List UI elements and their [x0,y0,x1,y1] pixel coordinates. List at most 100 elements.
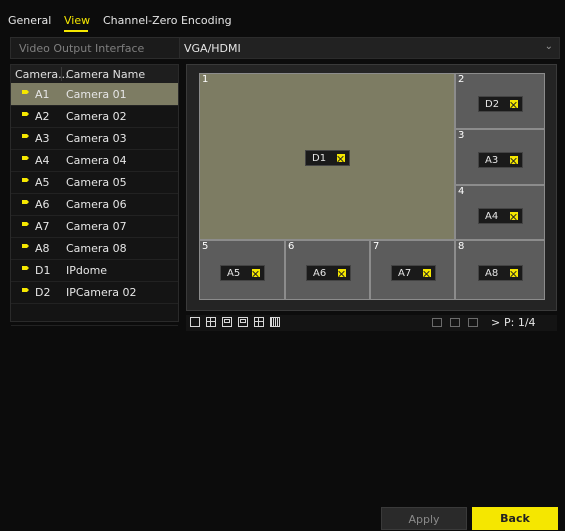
camera-number: A5 [35,176,50,189]
active-tab-indicator [64,30,88,32]
camera-icon [22,244,29,248]
close-icon[interactable] [423,269,431,277]
layout-6-icon[interactable] [222,317,232,327]
camera-list-row[interactable]: A8 Camera 08 [11,237,178,260]
tab-view[interactable]: View [64,14,90,27]
window-camera-id: A8 [485,268,499,279]
layout-grid: 1 D1 2 D2 3 A3 4 A4 5 A5 6 A6 7 A7 8 A8 [186,64,557,311]
window-camera-label: A6 [306,265,351,281]
column-header-camera-name[interactable]: Camera Name [66,68,145,81]
layout-window-5[interactable]: 5 A5 [199,240,285,300]
window-number: 1 [202,74,209,85]
window-camera-id: D1 [312,153,327,164]
close-icon[interactable] [337,154,345,162]
window-camera-label: D2 [478,96,523,112]
camera-list-row[interactable]: A5 Camera 05 [11,171,178,194]
video-output-value: VGA/HDMI [184,42,241,55]
layout-9-icon[interactable] [254,317,264,327]
window-camera-id: A5 [227,268,241,279]
camera-name: Camera 07 [66,220,127,233]
layout-window-1[interactable]: 1 D1 [199,73,455,240]
layout-4-icon[interactable] [206,317,216,327]
camera-list-row[interactable]: A1 Camera 01 [11,83,178,106]
camera-name: IPdome [66,264,108,277]
camera-list-row[interactable]: D1 IPdome [11,259,178,282]
camera-list-header: Camera... Camera Name [11,65,178,84]
layout-16-icon[interactable] [270,317,280,327]
layout-window-7[interactable]: 7 A7 [370,240,455,300]
window-number: 7 [373,241,380,252]
camera-icon [22,222,29,226]
layout-window-2[interactable]: 2 D2 [455,73,545,129]
layout-window-4[interactable]: 4 A4 [455,185,545,240]
next-layout-icon[interactable] [450,318,460,327]
layout-1-icon[interactable] [190,317,200,327]
camera-icon [22,134,29,138]
camera-number: A2 [35,110,50,123]
window-number: 4 [458,186,465,197]
camera-number: D1 [35,264,51,277]
close-icon[interactable] [510,156,518,164]
close-icon[interactable] [338,269,346,277]
layout-window-8[interactable]: 8 A8 [455,240,545,300]
camera-list-row[interactable]: A4 Camera 04 [11,149,178,172]
camera-icon [22,112,29,116]
window-camera-label: D1 [305,150,350,166]
column-divider[interactable] [61,67,62,81]
layout-window-3[interactable]: 3 A3 [455,129,545,185]
camera-number: A6 [35,198,50,211]
window-camera-label: A7 [391,265,436,281]
close-icon[interactable] [510,212,518,220]
camera-list-row[interactable]: D2 IPCamera 02 [11,281,178,304]
back-button[interactable]: Back [472,507,558,530]
layout-toolbar: > P: 1/4 [186,315,557,331]
tab-general[interactable]: General [8,14,51,27]
prev-page-icon[interactable] [468,318,478,327]
camera-name: Camera 04 [66,154,127,167]
next-page-icon[interactable]: > [491,316,500,329]
camera-list-row[interactable]: A3 Camera 03 [11,127,178,150]
close-icon[interactable] [510,100,518,108]
camera-number: D2 [35,286,51,299]
window-number: 5 [202,241,209,252]
camera-name: Camera 06 [66,198,127,211]
window-camera-label: A5 [220,265,265,281]
camera-list-empty-row [11,303,178,326]
apply-button[interactable]: Apply [381,507,467,530]
camera-icon [22,156,29,160]
video-output-interface-label: Video Output Interface [19,42,145,55]
camera-icon [22,288,29,292]
camera-number: A3 [35,132,50,145]
previous-layout-icon[interactable] [432,318,442,327]
camera-icon [22,90,29,94]
close-icon[interactable] [252,269,260,277]
window-camera-id: A7 [398,268,412,279]
window-number: 2 [458,74,465,85]
window-camera-id: A4 [485,211,499,222]
camera-list-row[interactable]: A2 Camera 02 [11,105,178,128]
close-icon[interactable] [510,269,518,277]
camera-name: Camera 02 [66,110,127,123]
video-output-select[interactable]: VGA/HDMI ⌄ [179,38,559,58]
camera-number: A4 [35,154,50,167]
window-camera-label: A8 [478,265,523,281]
camera-icon [22,200,29,204]
camera-icon [22,178,29,182]
layout-window-6[interactable]: 6 A6 [285,240,370,300]
window-number: 6 [288,241,295,252]
window-camera-id: A3 [485,155,499,166]
tab-channel-zero-encoding[interactable]: Channel-Zero Encoding [103,14,232,27]
camera-list-row[interactable]: A6 Camera 06 [11,193,178,216]
camera-list: Camera... Camera Name A1 Camera 01 A2 Camer… [10,64,179,326]
page-indicator: P: 1/4 [504,316,536,329]
video-output-interface-row: Video Output Interface VGA/HDMI ⌄ [10,37,560,59]
window-camera-id: A6 [313,268,327,279]
camera-name: IPCamera 02 [66,286,137,299]
chevron-down-icon: ⌄ [544,41,553,52]
camera-list-row[interactable]: A7 Camera 07 [11,215,178,238]
layout-8-icon[interactable] [238,317,248,327]
camera-number: A7 [35,220,50,233]
window-camera-label: A4 [478,208,523,224]
camera-name: Camera 05 [66,176,127,189]
window-number: 8 [458,241,465,252]
